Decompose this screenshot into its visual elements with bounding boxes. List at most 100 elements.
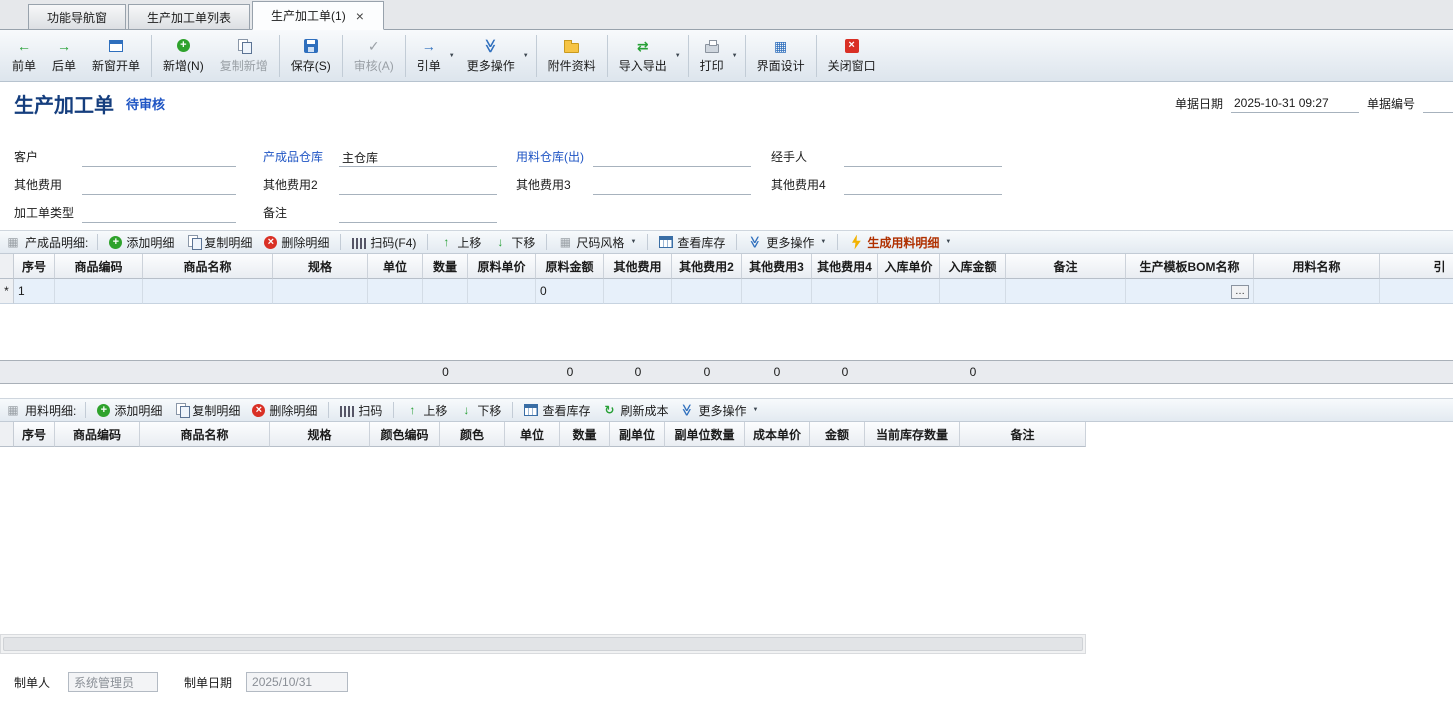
move-down-button[interactable]: ↓ 下移 — [453, 400, 507, 421]
cell-spec[interactable] — [273, 279, 368, 304]
cell-fee2[interactable] — [672, 279, 742, 304]
move-up-button[interactable]: ↑ 上移 — [433, 232, 487, 253]
column-header[interactable]: 生产模板BOM名称 — [1126, 254, 1254, 279]
column-header[interactable]: 成本单价 — [745, 422, 810, 447]
cell-pull-qty[interactable] — [1380, 279, 1453, 304]
column-header[interactable]: 商品名称 — [143, 254, 273, 279]
audit-button[interactable]: ✓ 审核(A) — [346, 34, 402, 78]
cell-bom-name[interactable]: … — [1126, 279, 1254, 304]
dropdown-caret-icon[interactable]: ▼ — [675, 53, 681, 59]
column-header[interactable]: 规格 — [273, 254, 368, 279]
delete-detail-button[interactable]: × 删除明细 — [246, 400, 323, 421]
scrollbar-thumb[interactable] — [3, 637, 1083, 651]
cell-qty[interactable] — [423, 279, 468, 304]
cell-material-name[interactable] — [1254, 279, 1380, 304]
product-warehouse-input[interactable] — [339, 149, 497, 167]
tab-function-nav[interactable]: 功能导航窗 — [28, 4, 126, 29]
column-header[interactable]: 备注 — [960, 422, 1086, 447]
cell-index[interactable]: 1 — [14, 279, 55, 304]
column-header[interactable]: 序号 — [14, 254, 55, 279]
column-header[interactable]: 引 — [1380, 254, 1453, 279]
cell-product-name[interactable] — [143, 279, 273, 304]
scan-code-button[interactable]: 扫码(F4) — [346, 232, 422, 253]
close-window-button[interactable]: × 关闭窗口 — [820, 34, 884, 78]
cell-in-amount[interactable] — [940, 279, 1006, 304]
column-header[interactable]: 数量 — [560, 422, 610, 447]
horizontal-scrollbar[interactable] — [0, 634, 1086, 654]
column-header[interactable]: 商品名称 — [140, 422, 270, 447]
next-order-button[interactable]: → 后单 — [44, 34, 84, 78]
add-detail-button[interactable]: + 添加明细 — [91, 400, 168, 421]
column-header[interactable]: 原料金额 — [536, 254, 604, 279]
column-header[interactable]: 入库金额 — [940, 254, 1006, 279]
cell-fee1[interactable] — [604, 279, 672, 304]
prev-order-button[interactable]: ← 前单 — [4, 34, 44, 78]
column-header[interactable]: 备注 — [1006, 254, 1126, 279]
column-header[interactable]: 其他费用4 — [812, 254, 878, 279]
copy-detail-button[interactable]: 复制明细 — [168, 400, 246, 421]
customer-input[interactable] — [82, 149, 236, 167]
copy-detail-button[interactable]: 复制明细 — [180, 232, 258, 253]
cell-fee3[interactable] — [742, 279, 812, 304]
ellipsis-button[interactable]: … — [1231, 285, 1249, 299]
fee3-input[interactable] — [593, 177, 751, 195]
refresh-cost-button[interactable]: ↻ 刷新成本 — [596, 400, 674, 421]
column-header[interactable]: 单位 — [368, 254, 423, 279]
fee2-input[interactable] — [339, 177, 497, 195]
doc-no-input[interactable] — [1423, 95, 1453, 113]
column-header[interactable]: 单位 — [505, 422, 560, 447]
column-header[interactable]: 商品编码 — [55, 422, 140, 447]
cell-product-code[interactable] — [55, 279, 143, 304]
view-stock-button[interactable]: 查看库存 — [653, 232, 731, 253]
move-up-button[interactable]: ↑ 上移 — [399, 400, 453, 421]
cell-remark[interactable] — [1006, 279, 1126, 304]
cell-fee4[interactable] — [812, 279, 878, 304]
fee1-input[interactable] — [82, 177, 236, 195]
column-header[interactable]: 其他费用3 — [742, 254, 812, 279]
remark-input[interactable] — [339, 205, 497, 223]
column-header[interactable]: 其他费用 — [604, 254, 672, 279]
cell-in-price[interactable] — [878, 279, 940, 304]
column-header[interactable]: 入库单价 — [878, 254, 940, 279]
tab-current-order[interactable]: 生产加工单(1) × — [252, 1, 384, 30]
add-new-button[interactable]: + 新增(N) — [155, 34, 212, 78]
cell-unit[interactable] — [368, 279, 423, 304]
handler-input[interactable] — [844, 149, 1002, 167]
order-type-input[interactable] — [82, 205, 236, 223]
more-operations-button[interactable]: ≫ 更多操作 ▼ — [742, 232, 832, 253]
column-header[interactable]: 商品编码 — [55, 254, 143, 279]
ui-design-button[interactable]: ▦ 界面设计 — [749, 34, 813, 78]
import-export-button[interactable]: ⇄ 导入导出 ▼ — [611, 34, 685, 78]
cell-material-amount[interactable]: 0 — [536, 279, 604, 304]
cell-material-price[interactable] — [468, 279, 536, 304]
column-header[interactable]: 规格 — [270, 422, 370, 447]
doc-date-input[interactable] — [1231, 95, 1359, 113]
scan-code-button[interactable]: 扫码 — [334, 400, 388, 421]
fee4-input[interactable] — [844, 177, 1002, 195]
copy-new-button[interactable]: 复制新增 — [212, 34, 276, 78]
print-button[interactable]: 打印 ▼ — [692, 34, 742, 78]
size-style-button[interactable]: ▦ 尺码风格 ▼ — [552, 232, 642, 253]
dropdown-caret-icon[interactable]: ▼ — [732, 53, 738, 59]
tab-order-list[interactable]: 生产加工单列表 — [128, 4, 250, 29]
column-header[interactable]: 副单位 — [610, 422, 665, 447]
more-operations-button[interactable]: ≫ 更多操作 ▼ — [459, 34, 533, 78]
column-header[interactable]: 金额 — [810, 422, 865, 447]
column-header[interactable]: 当前库存数量 — [865, 422, 960, 447]
add-detail-button[interactable]: + 添加明细 — [103, 232, 180, 253]
column-header[interactable]: 用料名称 — [1254, 254, 1380, 279]
dropdown-caret-icon[interactable]: ▼ — [449, 53, 455, 59]
column-header[interactable]: 副单位数量 — [665, 422, 745, 447]
pull-order-button[interactable]: → 引单 ▼ — [409, 34, 459, 78]
attachments-button[interactable]: 附件资料 — [540, 34, 604, 78]
column-header[interactable]: 颜色编码 — [370, 422, 440, 447]
more-operations-button[interactable]: ≫ 更多操作 ▼ — [674, 400, 764, 421]
column-header[interactable]: 其他费用2 — [672, 254, 742, 279]
dropdown-caret-icon[interactable]: ▼ — [523, 53, 529, 59]
column-header[interactable]: 颜色 — [440, 422, 505, 447]
material-warehouse-input[interactable] — [593, 149, 751, 167]
view-stock-button[interactable]: 查看库存 — [518, 400, 596, 421]
column-header[interactable]: 原料单价 — [468, 254, 536, 279]
new-window-button[interactable]: 新窗开单 — [84, 34, 148, 78]
close-tab-icon[interactable]: × — [355, 9, 365, 23]
